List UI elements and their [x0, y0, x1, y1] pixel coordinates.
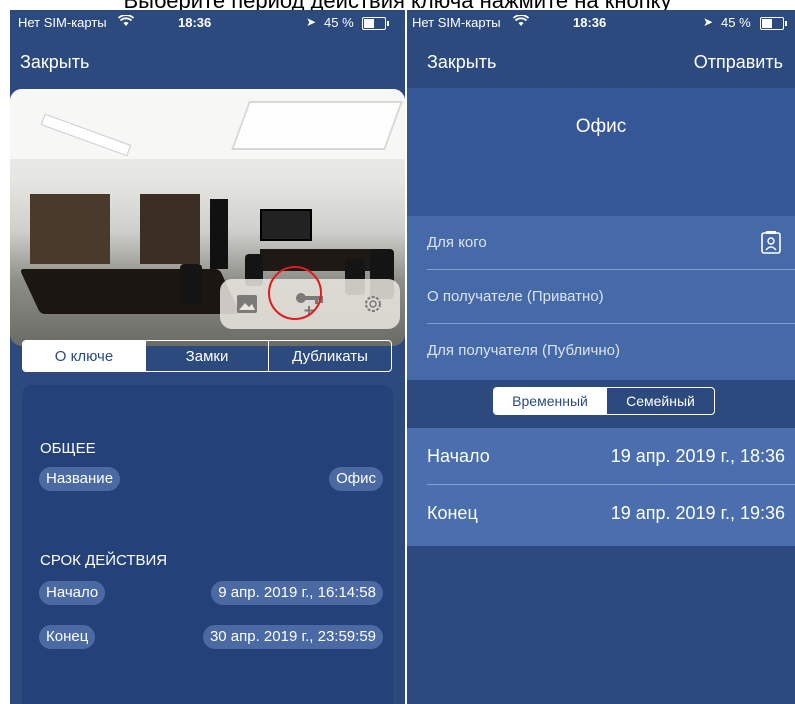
- gear-icon[interactable]: [358, 289, 388, 319]
- end-label: Конец: [427, 503, 478, 523]
- key-title-area: Офис: [407, 88, 795, 216]
- for-whom-label: Для кого: [427, 234, 487, 251]
- clock: 18:36: [178, 15, 212, 30]
- highlight-circle: [268, 266, 322, 320]
- start-label: Начало: [427, 446, 490, 466]
- tab-duplicates[interactable]: Дубликаты: [269, 341, 391, 371]
- for-recipient-field[interactable]: Для получателя (Публично): [427, 324, 795, 378]
- location-arrow-icon: ➤: [306, 15, 317, 29]
- end-row[interactable]: Конец 19 апр. 2019 г., 19:36: [427, 485, 795, 542]
- carrier-label: Нет SIM-карты: [18, 15, 107, 30]
- start-label: Начало: [39, 581, 106, 605]
- recipient-fields: Для кого О получателе (Приватно) Для пол…: [407, 216, 795, 380]
- key-name: Офис: [575, 116, 627, 137]
- end-value: 19 апр. 2019 г., 19:36: [610, 503, 785, 523]
- clock: 18:36: [573, 15, 607, 30]
- for-whom-field[interactable]: Для кого: [427, 216, 795, 270]
- key-details-screen: Нет SIM-карты 18:36 ➤ 45 % Закрыть О клю…: [10, 10, 405, 704]
- start-row[interactable]: Начало 19 апр. 2019 г., 18:36: [427, 428, 795, 485]
- wifi-icon: [512, 14, 530, 30]
- section-validity: СРОК ДЕЙСТВИЯ: [40, 552, 168, 569]
- battery-icon: [362, 17, 389, 30]
- close-button[interactable]: Закрыть: [20, 52, 89, 73]
- for-recipient-label: Для получателя (Публично): [427, 342, 620, 359]
- status-bar: Нет SIM-карты 18:36 ➤ 45 %: [407, 10, 795, 38]
- key-photo: [10, 89, 405, 346]
- tab-locks[interactable]: Замки: [146, 341, 269, 371]
- tab-family[interactable]: Семейный: [606, 388, 714, 414]
- close-button[interactable]: Закрыть: [427, 52, 496, 73]
- end-value: 30 апр. 2019 г., 23:59:59: [202, 625, 383, 649]
- status-bar: Нет SIM-карты 18:36 ➤ 45 %: [10, 10, 405, 38]
- wifi-icon: [117, 14, 135, 30]
- battery-percent: 45 %: [324, 15, 354, 30]
- start-value: 19 апр. 2019 г., 18:36: [610, 446, 785, 466]
- location-arrow-icon: ➤: [703, 15, 714, 29]
- battery-icon: [760, 17, 787, 30]
- key-tabs: О ключе Замки Дубликаты: [22, 340, 392, 372]
- image-icon[interactable]: [232, 289, 262, 319]
- period-list: Начало 19 апр. 2019 г., 18:36 Конец 19 а…: [407, 428, 795, 546]
- key-type-tabs: Временный Семейный: [493, 387, 715, 415]
- name-label: Название: [39, 467, 121, 491]
- about-recipient-field[interactable]: О получателе (Приватно): [427, 270, 795, 324]
- contact-card-icon[interactable]: [761, 230, 781, 259]
- tab-temporary[interactable]: Временный: [494, 388, 606, 414]
- key-info-card: ОБЩЕЕ Название Офис СРОК ДЕЙСТВИЯ Начало…: [22, 385, 393, 704]
- section-general: ОБЩЕЕ: [40, 440, 96, 457]
- send-key-screen: Нет SIM-карты 18:36 ➤ 45 % Закрыть Отпра…: [407, 10, 795, 704]
- send-button[interactable]: Отправить: [694, 52, 783, 73]
- name-value: Офис: [329, 467, 383, 491]
- tab-about-key[interactable]: О ключе: [23, 341, 146, 371]
- start-value: 9 апр. 2019 г., 16:14:58: [211, 581, 383, 605]
- carrier-label: Нет SIM-карты: [412, 15, 501, 30]
- instruction-caption: Выберите период действия ключа нажмите н…: [0, 0, 795, 10]
- end-label: Конец: [39, 625, 96, 649]
- about-recipient-label: О получателе (Приватно): [427, 288, 604, 305]
- battery-percent: 45 %: [721, 15, 751, 30]
